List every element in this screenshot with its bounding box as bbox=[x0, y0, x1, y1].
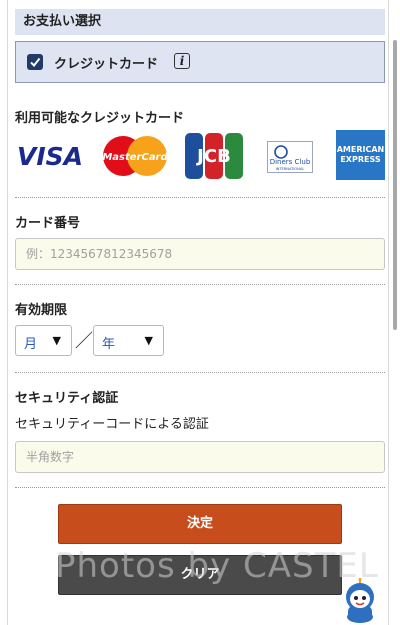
jcb-logo-text: JCB bbox=[195, 146, 231, 167]
expiry-month-value: 月 bbox=[24, 337, 38, 352]
submit-button[interactable]: 決定 bbox=[58, 504, 342, 544]
security-code-input[interactable] bbox=[15, 441, 385, 473]
divider bbox=[15, 284, 385, 285]
divider bbox=[15, 487, 385, 488]
expiry-year-value: 年 bbox=[102, 337, 116, 352]
info-icon[interactable]: i bbox=[174, 53, 190, 69]
credit-card-option-label: クレジットカード bbox=[54, 57, 159, 72]
watermark: Photos by CASTEL bbox=[55, 546, 379, 586]
payment-section-title: お支払い選択 bbox=[15, 9, 385, 35]
expiry-label: 有効期限 bbox=[15, 303, 68, 318]
mastercard-logo: MasterCard bbox=[102, 136, 169, 176]
frame-left-border bbox=[7, 0, 8, 625]
visa-logo-text: VISA bbox=[17, 142, 83, 170]
american-express-logo: AMERICAN EXPRESS bbox=[336, 130, 385, 180]
visa-logo: VISA bbox=[17, 142, 83, 170]
expiry-separator: ／ bbox=[75, 331, 93, 352]
mastercard-logo-text: MasterCard bbox=[102, 152, 168, 163]
chevron-down-icon: ▼ bbox=[144, 334, 153, 347]
card-number-label: カード番号 bbox=[15, 216, 81, 231]
divider bbox=[15, 372, 385, 373]
american-express-logo-subtext: EXPRESS bbox=[340, 155, 381, 164]
divider bbox=[15, 197, 385, 198]
card-number-input[interactable] bbox=[15, 238, 385, 270]
diners-club-logo-text: Diners Club bbox=[270, 158, 311, 166]
security-description: セキュリティーコードによる認証 bbox=[15, 417, 209, 432]
scrollbar[interactable] bbox=[393, 40, 397, 330]
american-express-logo-text: AMERICAN bbox=[337, 145, 385, 154]
chevron-down-icon: ▼ bbox=[52, 334, 61, 347]
diners-club-logo-subtext: INTERNATIONAL bbox=[276, 167, 305, 171]
mascot-icon bbox=[346, 578, 374, 623]
credit-card-checkbox[interactable] bbox=[27, 54, 43, 70]
security-label: セキュリティ認証 bbox=[15, 391, 119, 406]
card-logos: VISA MasterCard JCB Diners Club INTERNAT… bbox=[15, 130, 385, 182]
check-icon bbox=[30, 57, 41, 68]
expiry-month-select[interactable]: 月 ▼ bbox=[15, 325, 72, 356]
diners-club-logo: Diners Club INTERNATIONAL bbox=[267, 141, 313, 173]
expiry-year-select[interactable]: 年 ▼ bbox=[93, 325, 164, 356]
available-cards-title: 利用可能なクレジットカード bbox=[15, 111, 185, 126]
credit-card-option[interactable]: クレジットカード i bbox=[15, 41, 385, 83]
frame-right-border bbox=[388, 0, 389, 625]
jcb-logo: JCB bbox=[185, 133, 243, 179]
